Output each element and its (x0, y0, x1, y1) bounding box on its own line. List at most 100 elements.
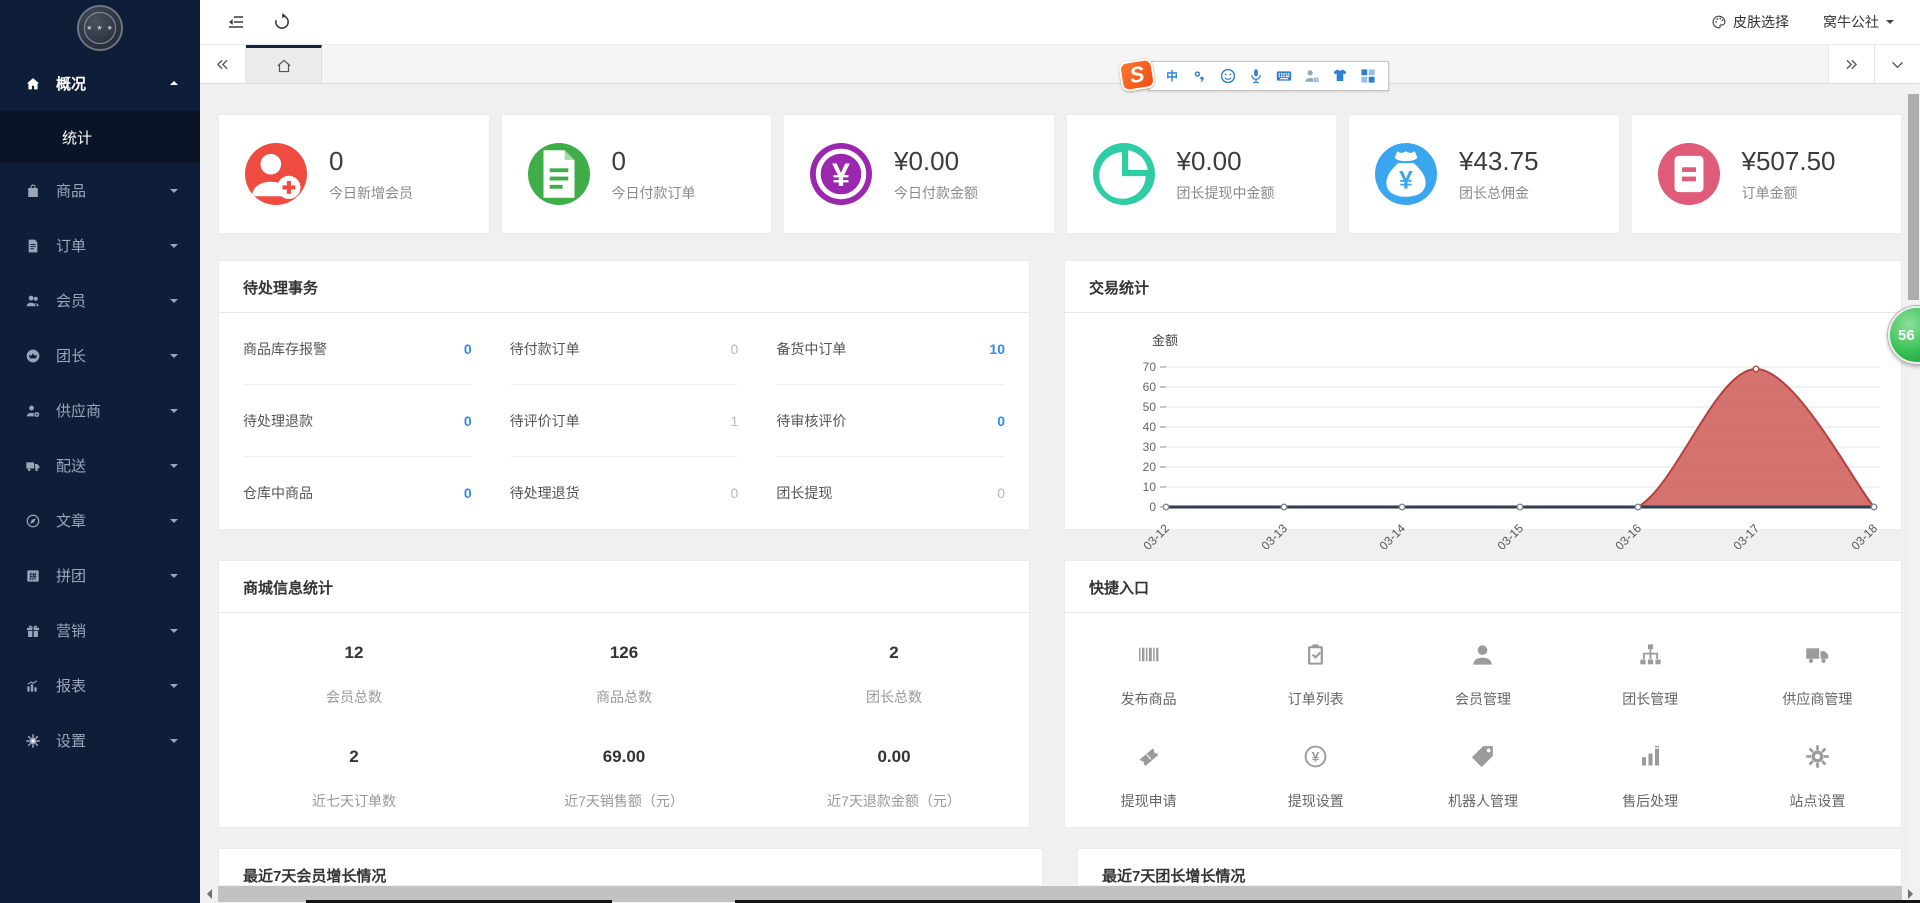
sidebar-subitem-统计[interactable]: 统计 (0, 111, 200, 163)
svg-text:0: 0 (1149, 500, 1156, 514)
mall-info-panel: 商城信息统计 12会员总数126商品总数2团长总数2近七天订单数69.00近7天… (218, 560, 1030, 828)
refresh-icon[interactable] (272, 12, 292, 32)
pending-item-value[interactable]: 0 (464, 413, 472, 429)
mall-stat-label: 商品总数 (489, 687, 759, 707)
panel-title: 待处理事务 (219, 261, 1029, 313)
quick-entry-团长管理[interactable]: 团长管理 (1567, 641, 1734, 709)
stat-card-value: 0 (612, 146, 696, 177)
vertical-scrollbar-thumb[interactable] (1908, 94, 1919, 300)
sidebar-item-3[interactable]: 会员 (0, 273, 200, 328)
mall-stat-value: 0.00 (759, 747, 1029, 767)
logo-emblem-icon: ★ ★ ★ (77, 5, 123, 51)
panel-title: 商城信息统计 (219, 561, 1029, 613)
stat-card-1: 0今日付款订单 (501, 114, 773, 234)
user-plus-icon (245, 143, 307, 205)
stat-card-5: ¥507.50订单金额 (1631, 114, 1903, 234)
skin-select-button[interactable]: 皮肤选择 (1711, 12, 1789, 32)
pending-item-value[interactable]: 0 (464, 341, 472, 357)
pending-item-2: 备货中订单 10 (776, 313, 1005, 385)
svg-text:70: 70 (1143, 360, 1157, 374)
house-icon (275, 57, 293, 75)
file-text-icon (528, 143, 590, 205)
passthrough-icon[interactable] (1303, 67, 1321, 85)
sidebar-toggle-icon[interactable] (226, 12, 246, 32)
svg-text:03-12: 03-12 (1141, 521, 1173, 549)
top-header: 皮肤选择 窝牛公社 (200, 0, 1920, 44)
toolbox-icon[interactable] (1359, 67, 1377, 85)
pending-item-label: 待处理退货 (510, 483, 580, 503)
scroll-left-arrow-icon[interactable] (200, 885, 218, 903)
pending-item-label: 待处理退款 (243, 411, 313, 431)
stat-card-value: ¥43.75 (1459, 146, 1539, 177)
keyboard-icon[interactable] (1275, 67, 1293, 85)
pending-item-value: 0 (997, 485, 1005, 501)
quick-entry-发布商品[interactable]: 发布商品 (1065, 641, 1232, 709)
sidebar-item-label: 概况 (56, 73, 170, 94)
quick-entry-label: 提现申请 (1065, 791, 1232, 811)
punctuation-icon[interactable] (1191, 67, 1209, 85)
sidebar-item-6[interactable]: 配送 (0, 438, 200, 493)
sogou-logo[interactable]: S (1118, 58, 1156, 93)
mall-stat-0: 12会员总数 (219, 643, 489, 707)
leader-growth-panel: 最近7天团长增长情况 (1077, 848, 1902, 885)
yen-circle-icon: ¥ (810, 143, 872, 205)
quick-entry-订单列表[interactable]: 订单列表 (1232, 641, 1399, 709)
svg-text:金额: 金额 (1152, 333, 1178, 348)
emoji-icon[interactable] (1219, 67, 1237, 85)
quick-entry-label: 团长管理 (1567, 689, 1734, 709)
quick-entry-提现申请[interactable]: 提现申请 (1065, 743, 1232, 811)
sidebar-item-9[interactable]: 营销 (0, 603, 200, 658)
sidebar-menu: 概况统计商品订单会员团长供应商配送文章拼拼团营销报表设置 (0, 56, 200, 768)
tab-home[interactable] (246, 45, 322, 83)
pending-item-value[interactable]: 0 (997, 413, 1005, 429)
compass-icon (24, 513, 42, 529)
skin-icon[interactable] (1331, 67, 1349, 85)
svg-text:03-18: 03-18 (1849, 521, 1881, 549)
quick-entry-label: 售后处理 (1567, 791, 1734, 811)
stat-card-2: ¥¥0.00今日付款金额 (783, 114, 1055, 234)
sidebar-item-2[interactable]: 订单 (0, 218, 200, 273)
caret-down-icon (170, 574, 178, 582)
pending-item-label: 待付款订单 (510, 339, 580, 359)
sidebar-item-label: 订单 (56, 235, 170, 256)
chinese-mode-icon[interactable]: 中 (1163, 67, 1181, 85)
quick-entry-提现设置[interactable]: ¥提现设置 (1232, 743, 1399, 811)
stat-card-label: 今日新增会员 (329, 183, 413, 203)
bag-icon (24, 183, 42, 199)
quick-entry-售后处理[interactable]: 售后处理 (1567, 743, 1734, 811)
sidebar: ★ ★ ★ 概况统计商品订单会员团长供应商配送文章拼拼团营销报表设置 (0, 0, 200, 903)
sidebar-item-11[interactable]: 设置 (0, 713, 200, 768)
sidebar-item-label: 营销 (56, 620, 170, 641)
quick-entry-label: 提现设置 (1232, 791, 1399, 811)
sidebar-item-5[interactable]: 供应商 (0, 383, 200, 438)
mall-stat-value: 2 (219, 747, 489, 767)
sidebar-item-8[interactable]: 拼拼团 (0, 548, 200, 603)
sidebar-item-1[interactable]: 商品 (0, 163, 200, 218)
quick-entry-会员管理[interactable]: 会员管理 (1399, 641, 1566, 709)
sidebar-item-10[interactable]: 报表 (0, 658, 200, 713)
expand-tabs-button[interactable] (1828, 45, 1874, 83)
stat-card-3: ¥0.00团长提现中金额 (1066, 114, 1338, 234)
mall-stat-4: 69.00近7天销售额（元） (489, 747, 759, 811)
svg-text:30: 30 (1143, 440, 1157, 454)
truck-icon (24, 458, 42, 474)
quick-entry-机器人管理[interactable]: 机器人管理 (1399, 743, 1566, 811)
pending-item-3: 待处理退款 0 (243, 385, 472, 457)
pending-item-label: 备货中订单 (776, 339, 846, 359)
sidebar-item-0[interactable]: 概况 (0, 56, 200, 111)
group-buy-icon: 拼 (24, 568, 42, 584)
quick-entry-供应商管理[interactable]: 供应商管理 (1734, 641, 1901, 709)
collapse-tabs-button[interactable] (200, 45, 246, 83)
account-dropdown[interactable]: 窝牛公社 (1823, 12, 1894, 32)
vertical-scrollbar[interactable] (1907, 84, 1920, 885)
sidebar-item-7[interactable]: 文章 (0, 493, 200, 548)
clipboard-check-icon (1302, 641, 1329, 668)
sidebar-item-label: 报表 (56, 675, 170, 696)
sidebar-item-4[interactable]: 团长 (0, 328, 200, 383)
mic-icon[interactable] (1247, 67, 1265, 85)
gear-icon (1804, 743, 1831, 770)
tab-menu-button[interactable] (1874, 45, 1920, 83)
pending-item-value[interactable]: 0 (464, 485, 472, 501)
pending-item-value[interactable]: 10 (989, 341, 1005, 357)
quick-entry-站点设置[interactable]: 站点设置 (1734, 743, 1901, 811)
